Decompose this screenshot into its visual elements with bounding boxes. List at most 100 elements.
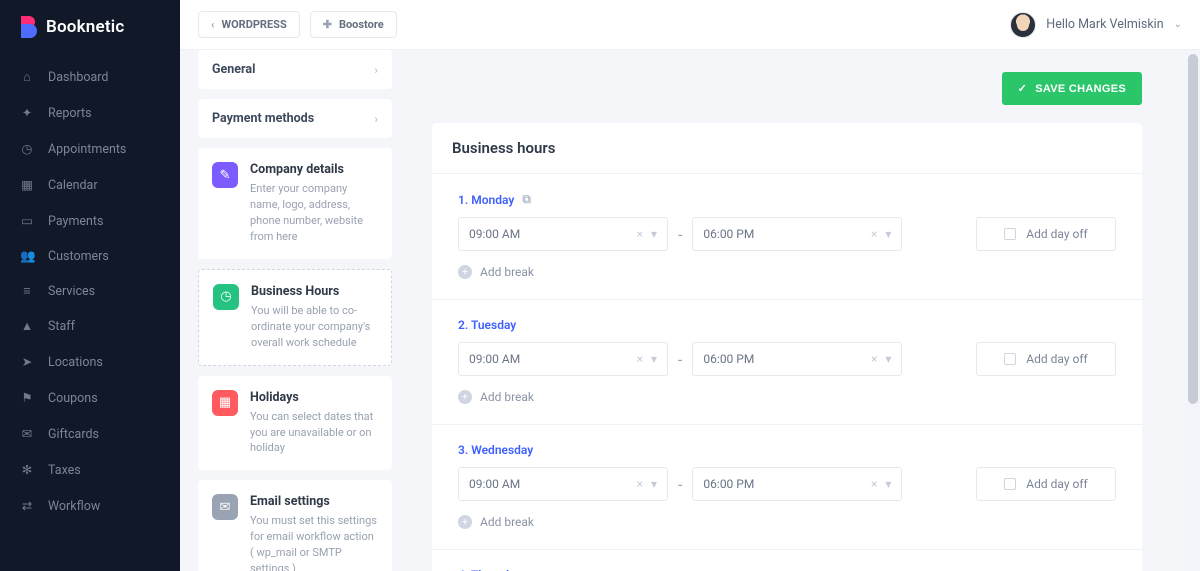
sidebar: Booknetic ⌂ Dashboard ✦Reports ◷ Appointment…: [0, 0, 180, 571]
breadcrumb-wordpress[interactable]: ‹ WORDPRESS: [198, 11, 300, 38]
add-break-button[interactable]: +Add break: [458, 265, 1116, 279]
business-hours-panel: Business hours 1. Monday⧉09:00 AM×▾-06:0…: [432, 123, 1142, 571]
add-break-button[interactable]: +Add break: [458, 515, 1116, 529]
sidebar-item-coupons[interactable]: ⚑Coupons: [0, 380, 180, 416]
chevron-down-icon[interactable]: ▾: [651, 352, 657, 366]
user-menu[interactable]: Hello Mark Velmiskin ⌄: [1010, 12, 1182, 38]
start-time-value: 09:00 AM: [469, 227, 520, 241]
sidebar-item-customers[interactable]: 👥Customers: [0, 239, 180, 274]
scrollbar-thumb[interactable]: [1188, 54, 1198, 404]
add-break-button[interactable]: +Add break: [458, 390, 1116, 404]
settings-card-company[interactable]: ✎Company detailsEnter your company name,…: [198, 148, 392, 259]
settings-card-holidays[interactable]: ▦ Holidays You can select dates that you a…: [198, 376, 392, 471]
settings-card-desc: You can select dates that you are unavai…: [250, 409, 378, 457]
check-icon: ✓: [1018, 82, 1028, 95]
save-changes-label: SAVE CHANGES: [1035, 83, 1126, 95]
staff-icon: ▲: [20, 319, 34, 334]
plus-icon: +: [458, 390, 472, 404]
hours-icon: ◷: [213, 284, 239, 310]
sidebar-item-giftcards[interactable]: ✉Giftcards: [0, 416, 180, 452]
clear-icon[interactable]: ×: [637, 477, 643, 491]
sidebar-item-label: Dashboard: [48, 70, 108, 85]
sidebar-item-taxes[interactable]: ✻Taxes: [0, 452, 180, 488]
chevron-down-icon[interactable]: ▾: [651, 227, 657, 241]
sidebar-item-payments[interactable]: ▭Payments: [0, 203, 180, 239]
holidays-icon: ▦: [212, 390, 238, 416]
end-time-value: 06:00 PM: [703, 477, 754, 491]
sidebar-item-locations[interactable]: ➤Locations: [0, 344, 180, 380]
settings-item-label: General: [212, 62, 255, 77]
scrollbar[interactable]: [1186, 50, 1200, 571]
settings-card-desc: You must set this settings for email wor…: [250, 513, 378, 571]
sidebar-item-staff[interactable]: ▲Staff: [0, 309, 180, 344]
appointments-icon: ◷: [20, 141, 34, 157]
checkbox[interactable]: [1004, 228, 1016, 240]
day-off-toggle[interactable]: Add day off: [976, 467, 1116, 501]
start-time-value: 09:00 AM: [469, 477, 520, 491]
chevron-down-icon[interactable]: ▾: [885, 352, 891, 366]
breadcrumb-boostore-label: Boostore: [339, 18, 384, 31]
reports-icon: ✦: [20, 105, 34, 121]
end-time-value: 06:00 PM: [703, 227, 754, 241]
sidebar-item-appointments[interactable]: ◷ Appointments: [0, 131, 180, 167]
breadcrumb-boostore[interactable]: ✚ Boostore: [310, 11, 397, 38]
sidebar-item-calendar[interactable]: ▦Calendar: [0, 167, 180, 203]
end-time-select[interactable]: 06:00 PM × ▾: [692, 467, 902, 501]
day-label: 3. Wednesday: [458, 443, 1116, 457]
end-time-select[interactable]: 06:00 PM × ▾: [692, 342, 902, 376]
settings-card-title: Holidays: [250, 390, 378, 405]
sidebar-item-label: Appointments: [48, 142, 126, 157]
settings-card-hours[interactable]: ◷Business HoursYou will be able to co-or…: [198, 269, 392, 366]
chevron-right-icon: ›: [374, 112, 378, 126]
breadcrumb-wordpress-label: WORDPRESS: [221, 18, 286, 31]
start-time-select[interactable]: 09:00 AM × ▾: [458, 217, 668, 251]
day-off-label: Add day off: [1026, 477, 1087, 491]
coupons-icon: ⚑: [20, 390, 34, 406]
day-off-label: Add day off: [1026, 227, 1087, 241]
sidebar-item-label: Customers: [48, 249, 109, 264]
workflow-icon: ⇄: [20, 498, 34, 514]
day-off-toggle[interactable]: Add day off: [976, 217, 1116, 251]
email-icon: ✉: [212, 494, 238, 520]
checkbox[interactable]: [1004, 353, 1016, 365]
end-time-value: 06:00 PM: [703, 352, 754, 366]
copy-icon[interactable]: ⧉: [522, 192, 531, 207]
sidebar-item-services[interactable]: ≡Services: [0, 274, 180, 309]
sidebar-item-dashboard[interactable]: ⌂ Dashboard: [0, 60, 180, 95]
clear-icon[interactable]: ×: [871, 227, 877, 241]
clear-icon[interactable]: ×: [871, 477, 877, 491]
chevron-down-icon[interactable]: ▾: [651, 477, 657, 491]
clear-icon[interactable]: ×: [637, 352, 643, 366]
sidebar-item-label: Payments: [48, 214, 103, 229]
main-panel-area: ✓ SAVE CHANGES Business hours 1. Monday⧉…: [410, 50, 1182, 571]
end-time-select[interactable]: 06:00 PM × ▾: [692, 217, 902, 251]
settings-item-general[interactable]: General ›: [198, 50, 392, 89]
range-dash: -: [678, 225, 682, 244]
clear-icon[interactable]: ×: [871, 352, 877, 366]
sidebar-item-label: Workflow: [48, 499, 100, 514]
chevron-down-icon[interactable]: ▾: [885, 477, 891, 491]
avatar: [1010, 12, 1036, 38]
save-changes-button[interactable]: ✓ SAVE CHANGES: [1002, 72, 1142, 105]
brand-name: Booknetic: [46, 17, 124, 37]
start-time-select[interactable]: 09:00 AM × ▾: [458, 467, 668, 501]
dashboard-icon: ⌂: [20, 70, 34, 85]
settings-card-email[interactable]: ✉ Email settings You must set this setting…: [198, 480, 392, 571]
clear-icon[interactable]: ×: [637, 227, 643, 241]
settings-item-payment-methods[interactable]: Payment methods ›: [198, 99, 392, 138]
settings-item-label: Payment methods: [212, 111, 314, 126]
start-time-select[interactable]: 09:00 AM × ▾: [458, 342, 668, 376]
giftcards-icon: ✉: [20, 426, 34, 442]
chevron-down-icon[interactable]: ▾: [885, 227, 891, 241]
settings-card-title: Business Hours: [251, 284, 377, 299]
sidebar-item-reports[interactable]: ✦Reports: [0, 95, 180, 131]
start-time-value: 09:00 AM: [469, 352, 520, 366]
day-off-toggle[interactable]: Add day off: [976, 342, 1116, 376]
company-icon: ✎: [212, 162, 238, 188]
settings-card-title: Email settings: [250, 494, 378, 509]
plus-icon: +: [458, 265, 472, 279]
sidebar-item-workflow[interactable]: ⇄ Workflow: [0, 488, 180, 524]
checkbox[interactable]: [1004, 478, 1016, 490]
sidebar-item-label: Calendar: [48, 178, 98, 193]
locations-icon: ➤: [20, 354, 34, 370]
